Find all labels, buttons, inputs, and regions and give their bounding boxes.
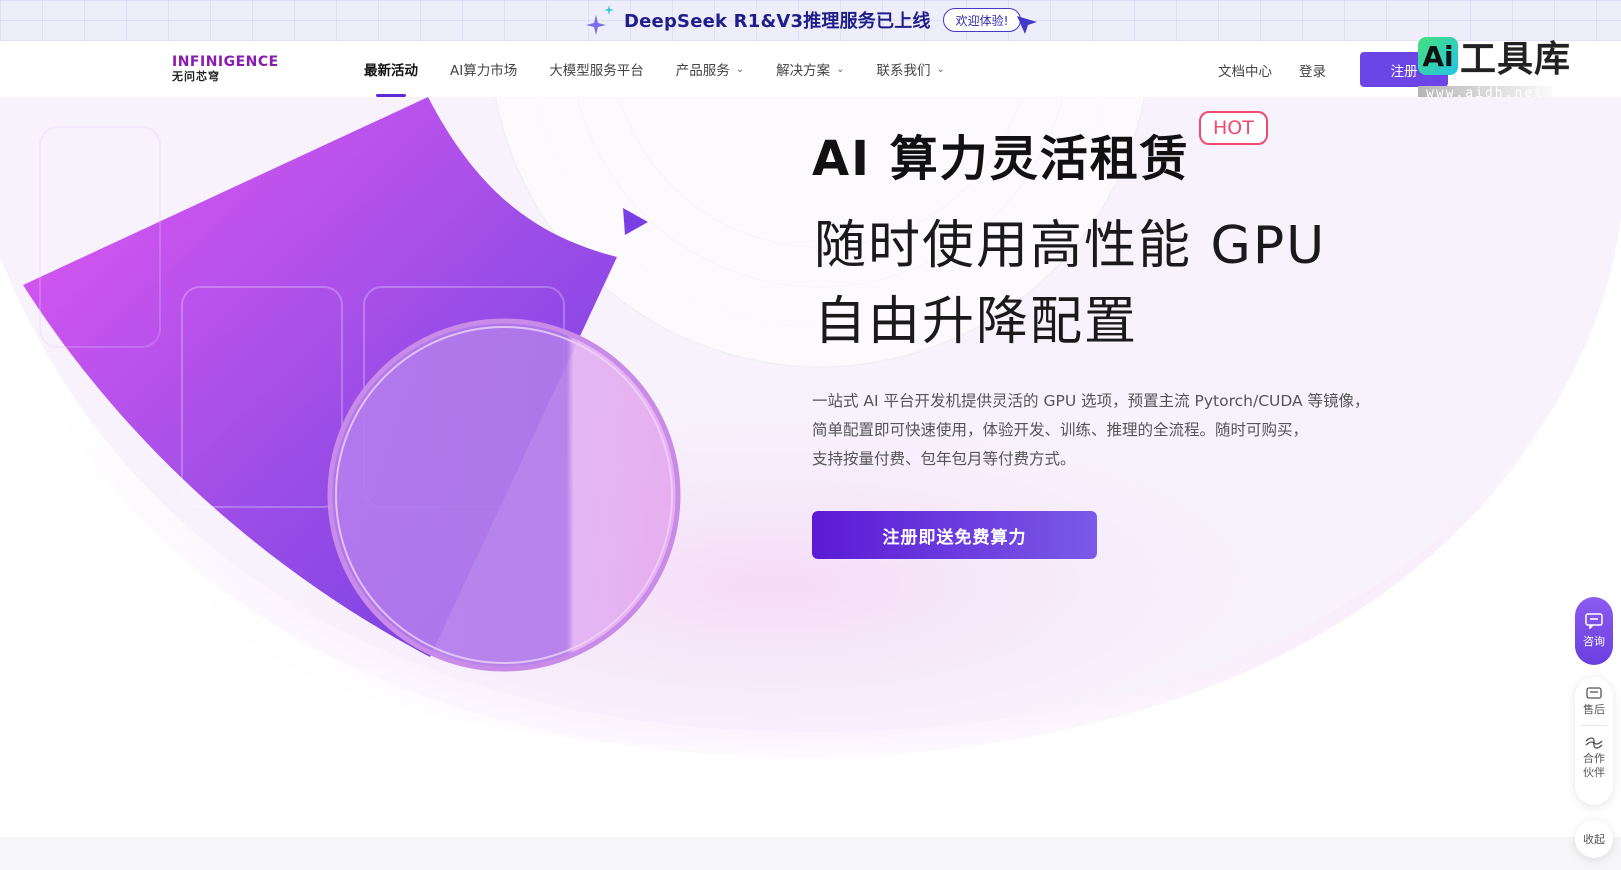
nav-item-solutions[interactable]: 解决方案 ⌄: [776, 41, 844, 97]
register-free-compute-button[interactable]: 注册即送免费算力: [812, 511, 1097, 559]
try-now-button[interactable]: 欢迎体验!: [942, 8, 1022, 32]
nav-item-label: 大模型服务平台: [549, 63, 644, 79]
logo-chinese: 无问芯穹: [172, 70, 220, 83]
nav-item-label: AI算力市场: [450, 63, 518, 79]
handshake-icon: [1585, 737, 1603, 749]
hero-description: 一站式 AI 平台开发机提供灵活的 GPU 选项，预置主流 Pytorch/CU…: [812, 387, 1452, 474]
nav-item-label: 产品服务: [675, 63, 730, 79]
nav-menu: 最新活动 AI算力市场 大模型服务平台 产品服务 ⌄ 解决方案 ⌄ 联系我们 ⌄: [364, 41, 977, 97]
consult-button[interactable]: 咨询: [1575, 597, 1613, 665]
nav-item-label: 最新活动: [364, 63, 418, 79]
hero-subtitle-line-2: 自由升降配置: [814, 292, 1139, 352]
after-sales-button[interactable]: 售后: [1575, 677, 1613, 717]
chevron-down-icon: ⌄: [836, 63, 845, 75]
watermark-ai-logo: Ai: [1418, 37, 1458, 75]
logo-wordmark: INFINIGENCE: [172, 54, 279, 70]
cursor-icon: [1017, 16, 1038, 34]
chat-icon: [1585, 613, 1603, 629]
announcement-text[interactable]: DeepSeek R1&V3推理服务已上线: [624, 7, 931, 33]
chevron-down-icon: ⌄: [936, 63, 945, 75]
nav-item-label: 联系我们: [876, 63, 931, 79]
nav-item-compute-market[interactable]: AI算力市场: [450, 41, 517, 97]
hero-description-line: 简单配置即可快速使用，体验开发、训练、推理的全流程。随时可购买，: [812, 421, 1309, 439]
hot-badge: HOT: [1199, 111, 1268, 145]
nav-item-model-platform[interactable]: 大模型服务平台: [549, 41, 644, 97]
sparkle-icon: [586, 5, 614, 35]
logo[interactable]: INFINIGENCE 无问芯穹: [172, 54, 279, 86]
after-sales-label: 售后: [1583, 703, 1605, 716]
partner-button[interactable]: 合作伙伴: [1575, 726, 1613, 780]
nav-item-contact[interactable]: 联系我们 ⌄: [877, 41, 945, 97]
hero-section: AI 算力灵活租赁 HOT 随时使用高性能 GPU 自由升降配置 一站式 AI …: [0, 97, 1621, 837]
page-footer-strip: [0, 837, 1621, 870]
watermark-title: 工具库: [1460, 39, 1572, 80]
message-icon: [1586, 687, 1602, 699]
watermark: Ai 工具库 www.aidh.net: [1418, 30, 1588, 101]
collapse-button[interactable]: 收起: [1575, 820, 1613, 858]
nav-item-latest-events[interactable]: 最新活动: [364, 41, 418, 97]
hero-subtitle-line-1: 随时使用高性能 GPU: [814, 216, 1327, 276]
nav-item-label: 解决方案: [776, 63, 831, 79]
partner-label: 合作伙伴: [1583, 752, 1605, 779]
announcement-banner[interactable]: DeepSeek R1&V3推理服务已上线 欢迎体验!: [0, 0, 1621, 41]
hero-description-line: 支持按量付费、包年包月等付费方式。: [812, 450, 1076, 468]
chevron-down-icon: ⌄: [735, 63, 745, 75]
side-support-panel: 售后 合作伙伴: [1575, 677, 1613, 805]
hero-description-line: 一站式 AI 平台开发机提供灵活的 GPU 选项，预置主流 Pytorch/CU…: [812, 392, 1370, 410]
hero-title: AI 算力灵活租赁: [812, 131, 1190, 187]
nav-item-products[interactable]: 产品服务 ⌄: [676, 41, 744, 97]
consult-label: 咨询: [1583, 635, 1605, 648]
top-nav: INFINIGENCE 无问芯穹 最新活动 AI算力市场 大模型服务平台 产品服…: [0, 41, 1621, 97]
login-link[interactable]: 登录: [1299, 60, 1326, 80]
docs-link[interactable]: 文档中心: [1218, 60, 1272, 80]
